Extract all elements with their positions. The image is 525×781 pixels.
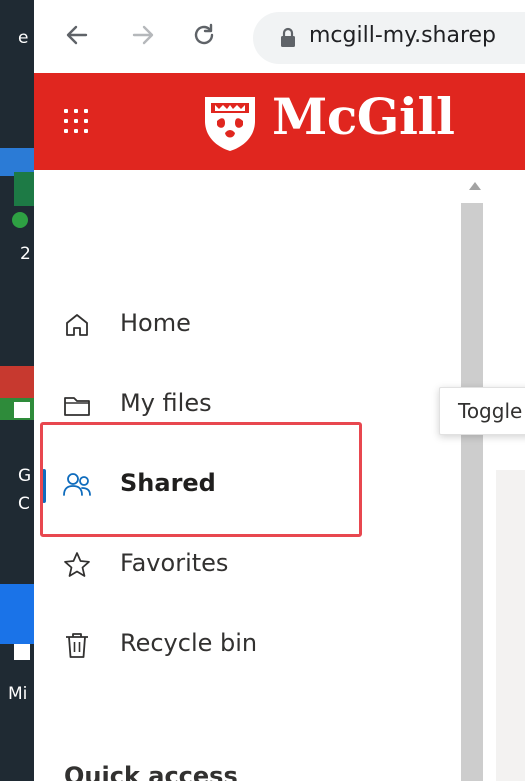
content-pane — [488, 170, 525, 781]
home-icon — [66, 314, 88, 336]
address-bar[interactable]: mcgill-my.sharep — [253, 12, 525, 64]
nav-item-home[interactable]: Home — [34, 296, 459, 354]
check-badge — [12, 212, 28, 228]
mcgill-crest-logo — [205, 97, 255, 151]
excel-icon-tile — [14, 172, 34, 206]
forward-button[interactable] — [126, 18, 160, 52]
desktop-label-fragment: C — [18, 494, 30, 514]
desktop-icon-tile — [0, 584, 34, 644]
nav-item-label: My files — [120, 389, 212, 417]
nav-item-label: Recycle bin — [120, 629, 258, 657]
arrow-right-icon — [132, 25, 154, 45]
lock-icon — [281, 27, 295, 47]
desktop-label-fragment: G — [18, 466, 32, 486]
desktop-label-fragment: 2 — [20, 244, 31, 264]
nav-item-favorites[interactable]: Favorites — [34, 536, 459, 594]
browser-window: mcgill-my.sharep McGill Home My files Sh… — [34, 0, 525, 781]
trash-icon — [66, 633, 88, 658]
desktop-icon-tile — [0, 366, 34, 398]
app-launcher-waffle-icon[interactable] — [64, 109, 88, 133]
toggle-tooltip: Toggle — [439, 387, 525, 435]
nav-item-label: Favorites — [120, 549, 229, 577]
desktop-label-fragment: e — [18, 28, 29, 48]
content-panel — [496, 470, 525, 781]
reload-icon — [194, 23, 214, 45]
arrow-left-icon — [66, 25, 88, 45]
back-button[interactable] — [60, 18, 94, 52]
highlight-box — [40, 422, 362, 537]
shortcut-arrow-icon — [14, 402, 30, 418]
scroll-up-arrow-icon[interactable] — [469, 182, 481, 190]
address-bar-url: mcgill-my.sharep — [309, 23, 497, 48]
nav-item-recycle-bin[interactable]: Recycle bin — [34, 616, 459, 674]
tooltip-text: Toggle — [458, 399, 523, 423]
quick-access-heading: Quick access — [64, 762, 238, 781]
mcgill-wordmark: McGill — [272, 87, 455, 146]
suite-header: McGill — [34, 73, 525, 170]
scrollbar-thumb[interactable] — [461, 203, 483, 781]
star-icon — [64, 552, 90, 577]
desktop-label-fragment: Mi — [8, 684, 28, 704]
nav-item-label: Home — [120, 309, 191, 337]
folder-icon — [64, 397, 90, 416]
shortcut-arrow-icon — [14, 644, 30, 660]
reload-button[interactable] — [187, 18, 221, 52]
browser-toolbar: mcgill-my.sharep — [34, 0, 525, 73]
desktop-background: e 2 G C Mi — [0, 0, 34, 781]
